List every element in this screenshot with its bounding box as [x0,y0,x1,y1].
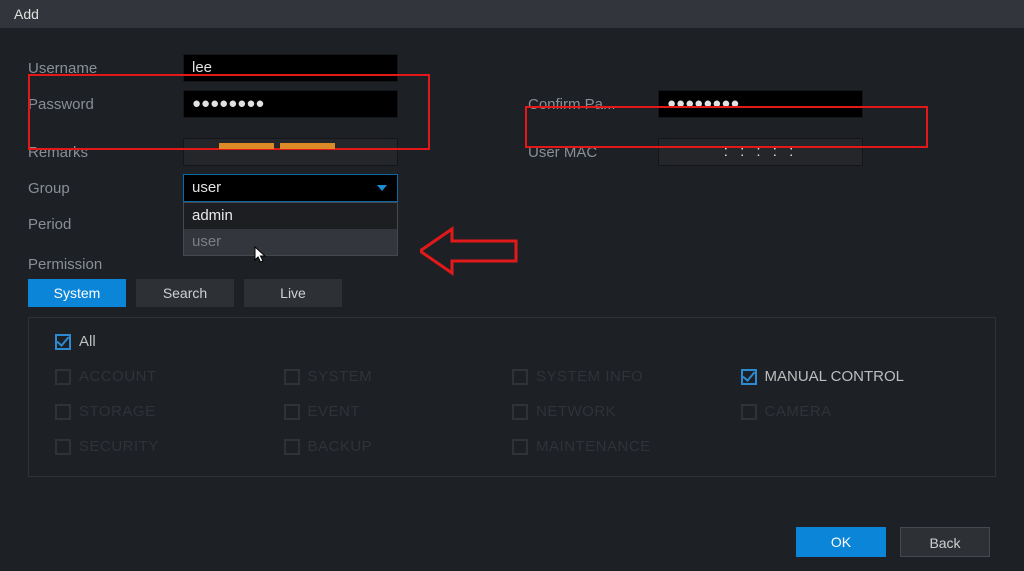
checkbox-storage[interactable]: STORAGE [55,403,284,420]
username-input[interactable]: lee [183,54,398,82]
checkbox-manual[interactable]: MANUAL CONTROL [741,368,970,385]
group-option-admin[interactable]: admin [184,203,397,229]
checkbox-network[interactable]: NETWORK [512,403,741,420]
group-option-user[interactable]: user [184,229,397,255]
form-area: Username lee Password ●●●●●●●● Confirm P… [0,28,1024,477]
window-title: Add [0,0,1024,28]
checkbox-system[interactable]: SYSTEM [284,368,513,385]
row-remarks: Remarks User MAC : : : : : [28,134,996,170]
arrow-left-icon [420,226,520,276]
password-input[interactable]: ●●●●●●●● [183,90,398,118]
permission-panel: All ACCOUNT SYSTEM SYSTEM INFO MANUAL CO… [28,317,996,477]
usermac-label: User MAC [528,144,658,161]
checkbox-backup[interactable]: BACKUP [284,438,513,455]
checkbox-systeminfo[interactable]: SYSTEM INFO [512,368,741,385]
checkbox-event[interactable]: EVENT [284,403,513,420]
group-dropdown[interactable]: user admin user [183,174,398,202]
confirm-label: Confirm Pa... [528,96,658,113]
checkbox-maintenance[interactable]: MAINTENANCE [512,438,741,455]
username-label: Username [28,60,183,77]
period-label: Period [28,216,183,233]
permission-tabs: System Search Live [28,279,996,307]
ok-button[interactable]: OK [796,527,886,557]
row-password: Password ●●●●●●●● Confirm Pa... ●●●●●●●● [28,86,996,122]
checkbox-all[interactable]: All [55,333,96,350]
row-username: Username lee [28,50,996,86]
dropdown-caret-icon [377,185,387,191]
row-group: Group user admin user [28,170,996,206]
group-options-list: admin user [183,202,398,256]
back-button[interactable]: Back [900,527,990,557]
tab-system[interactable]: System [28,279,126,307]
group-label: Group [28,180,183,197]
usermac-input[interactable]: : : : : : [658,138,863,166]
confirm-input[interactable]: ●●●●●●●● [658,90,863,118]
checkbox-camera[interactable]: CAMERA [741,403,970,420]
tab-search[interactable]: Search [136,279,234,307]
cursor-icon [254,246,268,264]
remarks-label: Remarks [28,144,183,161]
tab-live[interactable]: Live [244,279,342,307]
footer: OK Back [0,513,1024,571]
checkbox-account[interactable]: ACCOUNT [55,368,284,385]
group-selected: user [192,175,221,201]
password-strength [219,143,335,149]
checkbox-security[interactable]: SECURITY [55,438,284,455]
password-label: Password [28,96,183,113]
